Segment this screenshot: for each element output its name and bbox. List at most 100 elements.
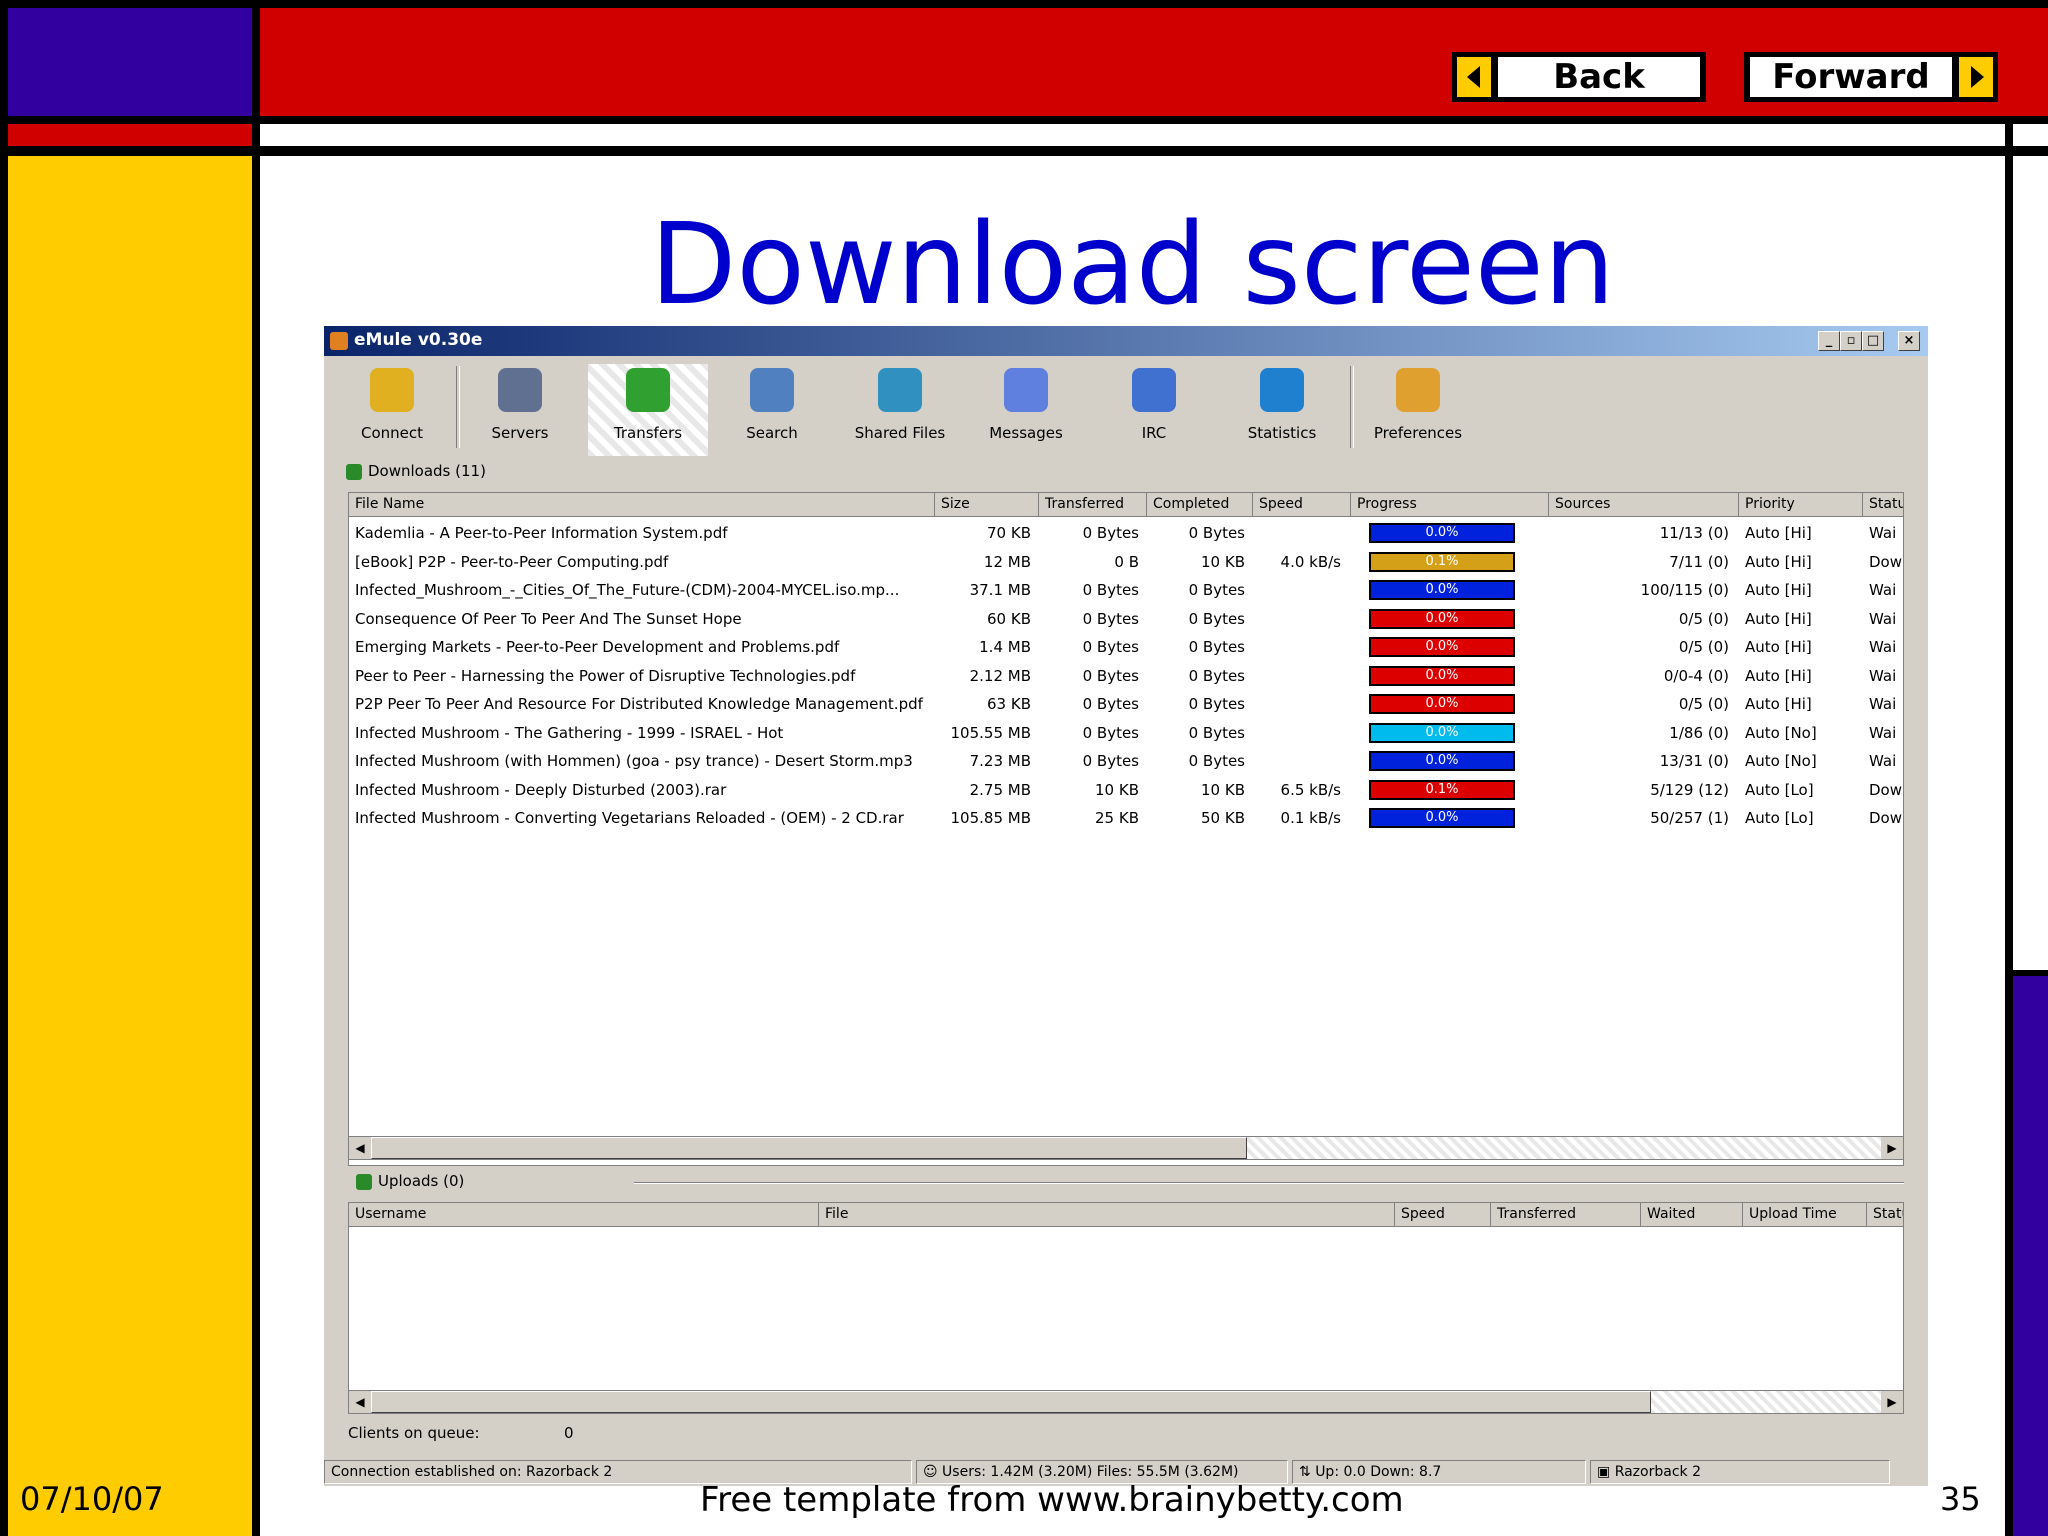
column-header-speed[interactable]: Speed [1253, 493, 1351, 517]
file-completed: 0 Bytes [1188, 752, 1245, 770]
back-arrow-icon [1457, 57, 1491, 97]
download-row[interactable]: Consequence Of Peer To Peer And The Suns… [349, 605, 1903, 633]
yellow-sidebar-block [8, 156, 252, 1536]
downloads-hscrollbar[interactable]: ◀ ▶ [348, 1136, 1904, 1160]
scroll-left-icon[interactable]: ◀ [349, 1137, 371, 1159]
download-row[interactable]: Infected Mushroom (with Hommen) (goa - p… [349, 747, 1903, 775]
progress-bar: 0.1% [1369, 551, 1515, 572]
status-updown-text: Up: 0.0 Down: 8.7 [1315, 1464, 1442, 1480]
file-name: Infected_Mushroom_-_Cities_Of_The_Future… [355, 581, 900, 599]
downloads-list[interactable]: File Name Size Transferred Completed Speed Pr… [348, 492, 1904, 1166]
file-name: Emerging Markets - Peer-to-Peer Developm… [355, 638, 840, 656]
file-sources: 0/5 (0) [1678, 638, 1729, 656]
download-row[interactable]: Peer to Peer - Harnessing the Power of D… [349, 662, 1903, 690]
column-header-username[interactable]: Username [349, 1203, 819, 1227]
download-row[interactable]: Emerging Markets - Peer-to-Peer Developm… [349, 633, 1903, 661]
toolbar-button-connect[interactable]: Connect [332, 364, 452, 456]
scroll-right-icon[interactable]: ▶ [1881, 1391, 1903, 1413]
column-header-transferred[interactable]: Transferred [1039, 493, 1147, 517]
file-priority: Auto [Lo] [1745, 809, 1814, 827]
uploads-header: Uploads (0) [356, 1172, 464, 1190]
file-transferred: 25 KB [1095, 809, 1139, 827]
file-speed [1253, 605, 1341, 633]
scrollbar-thumb[interactable] [371, 1391, 1651, 1413]
toolbar-label: Shared Files [854, 424, 946, 442]
column-header-size[interactable]: Size [935, 493, 1039, 517]
column-header-upload-time[interactable]: Upload Time [1743, 1203, 1867, 1227]
toolbar-button-irc[interactable]: IRC [1094, 364, 1214, 456]
file-transferred: 0 Bytes [1082, 666, 1139, 685]
file-priority: Auto [No] [1745, 723, 1817, 742]
download-row[interactable]: Kademlia - A Peer-to-Peer Information Sy… [349, 519, 1903, 547]
file-size: 1.4 MB [979, 638, 1031, 656]
file-speed: 4.0 kB/s [1280, 552, 1341, 571]
column-header-status[interactable]: Status [1863, 493, 1903, 517]
column-header-progress[interactable]: Progress [1351, 493, 1549, 517]
column-header-transferred[interactable]: Transferred [1491, 1203, 1641, 1227]
column-header-file-name[interactable]: File Name [349, 493, 935, 517]
file-name: Infected Mushroom - Converting Vegetaria… [355, 809, 904, 827]
file-name: [eBook] P2P - Peer-to-Peer Computing.pdf [355, 552, 669, 571]
forward-button[interactable]: Forward [1744, 52, 1998, 102]
download-row[interactable]: Infected Mushroom - Deeply Disturbed (20… [349, 776, 1903, 804]
file-priority: Auto [Hi] [1745, 581, 1812, 599]
column-header-status[interactable]: Status [1867, 1203, 1903, 1227]
download-row[interactable]: Infected_Mushroom_-_Cities_Of_The_Future… [349, 576, 1903, 604]
file-status: Wai [1869, 695, 1897, 713]
download-row[interactable]: [eBook] P2P - Peer-to-Peer Computing.pdf… [349, 548, 1903, 576]
messages-icon [1004, 368, 1048, 412]
scroll-left-icon[interactable]: ◀ [349, 1391, 371, 1413]
file-completed: 10 KB [1201, 552, 1245, 571]
file-speed [1253, 747, 1341, 775]
file-status: Wai [1869, 581, 1897, 599]
toolbar-button-messages[interactable]: Messages [966, 364, 1086, 456]
scroll-right-icon[interactable]: ▶ [1881, 1137, 1903, 1159]
file-status: Dow [1869, 552, 1902, 571]
file-size: 70 KB [987, 524, 1031, 542]
maximize-button[interactable]: □ [1862, 331, 1884, 351]
scrollbar-thumb[interactable] [371, 1137, 1247, 1159]
file-speed: 0.1 kB/s [1280, 809, 1341, 827]
users-icon: ☺ [923, 1464, 943, 1480]
column-header-priority[interactable]: Priority [1739, 493, 1863, 517]
minimize-button[interactable]: _ [1818, 331, 1840, 351]
file-completed: 50 KB [1201, 809, 1245, 827]
file-completed: 0 Bytes [1188, 695, 1245, 713]
file-speed: 6.5 kB/s [1280, 780, 1341, 799]
purple-right-block [2013, 976, 2048, 1536]
toolbar-button-search[interactable]: Search [712, 364, 832, 456]
download-row[interactable]: Infected Mushroom - Converting Vegetaria… [349, 804, 1903, 832]
back-button[interactable]: Back [1452, 52, 1706, 102]
download-row[interactable]: Infected Mushroom - The Gathering - 1999… [349, 719, 1903, 747]
column-header-sources[interactable]: Sources [1549, 493, 1739, 517]
column-header-file[interactable]: File [819, 1203, 1395, 1227]
forward-label: Forward [1750, 57, 1952, 97]
file-transferred: 0 Bytes [1082, 524, 1139, 542]
column-header-speed[interactable]: Speed [1395, 1203, 1491, 1227]
close-button[interactable]: × [1898, 331, 1920, 351]
file-transferred: 0 Bytes [1082, 695, 1139, 713]
toolbar-button-servers[interactable]: Servers [460, 364, 580, 456]
toolbar-button-statistics[interactable]: Statistics [1222, 364, 1342, 456]
toolbar-button-preferences[interactable]: Preferences [1358, 364, 1478, 456]
column-header-waited[interactable]: Waited [1641, 1203, 1743, 1227]
toolbar-label: Connect [360, 424, 424, 442]
toolbar-button-shared-files[interactable]: Shared Files [840, 364, 960, 456]
uploads-hscrollbar[interactable]: ◀ ▶ [348, 1390, 1904, 1414]
column-header-completed[interactable]: Completed [1147, 493, 1253, 517]
file-name: Infected Mushroom - The Gathering - 1999… [355, 723, 784, 742]
uploads-list[interactable]: Username File Speed Transferred Waited Upload… [348, 1202, 1904, 1406]
file-priority: Auto [Hi] [1745, 666, 1812, 685]
statistics-icon [1260, 368, 1304, 412]
file-completed: 0 Bytes [1188, 638, 1245, 656]
toolbar-button-transfers[interactable]: Transfers [588, 364, 708, 456]
download-row[interactable]: P2P Peer To Peer And Resource For Distri… [349, 690, 1903, 718]
file-sources: 0/5 (0) [1678, 695, 1729, 713]
restore-button[interactable]: ▫ [1840, 331, 1862, 351]
downloads-icon [346, 463, 362, 480]
slide-title: Download screen [650, 200, 1615, 330]
servers-icon [498, 368, 542, 412]
white-strip-right [2013, 124, 2048, 146]
back-label: Back [1498, 57, 1700, 97]
progress-bar: 0.0% [1369, 523, 1515, 543]
